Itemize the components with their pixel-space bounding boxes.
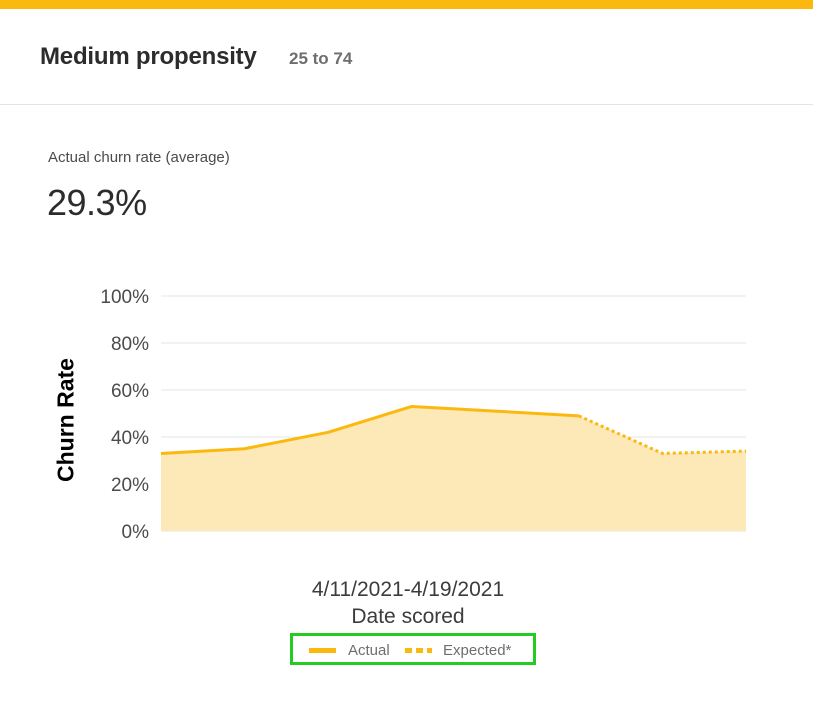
y-axis-title: Churn Rate: [52, 358, 79, 482]
y-tick-label: 80%: [111, 334, 149, 355]
y-tick-label: 100%: [100, 287, 149, 308]
y-tick-label: 60%: [111, 381, 149, 402]
x-axis-category-label: 4/11/2021-4/19/2021: [311, 578, 505, 601]
x-axis-title: Date scored: [351, 605, 465, 628]
legend-item-actual[interactable]: Actual: [309, 642, 390, 659]
legend-swatch-solid: [309, 648, 336, 653]
y-tick-label: 20%: [111, 475, 149, 496]
chart-legend: Actual Expected*: [290, 633, 536, 665]
area-fill: [161, 406, 746, 531]
legend-item-expected[interactable]: Expected*: [405, 642, 511, 659]
y-tick-label: 0%: [122, 522, 150, 543]
chart-card: Medium propensity 25 to 74 Actual churn …: [0, 0, 813, 712]
legend-label-actual: Actual: [348, 642, 390, 659]
y-tick-label: 40%: [111, 428, 149, 449]
legend-label-expected: Expected*: [443, 642, 512, 659]
legend-swatch-dashed: [405, 648, 432, 653]
